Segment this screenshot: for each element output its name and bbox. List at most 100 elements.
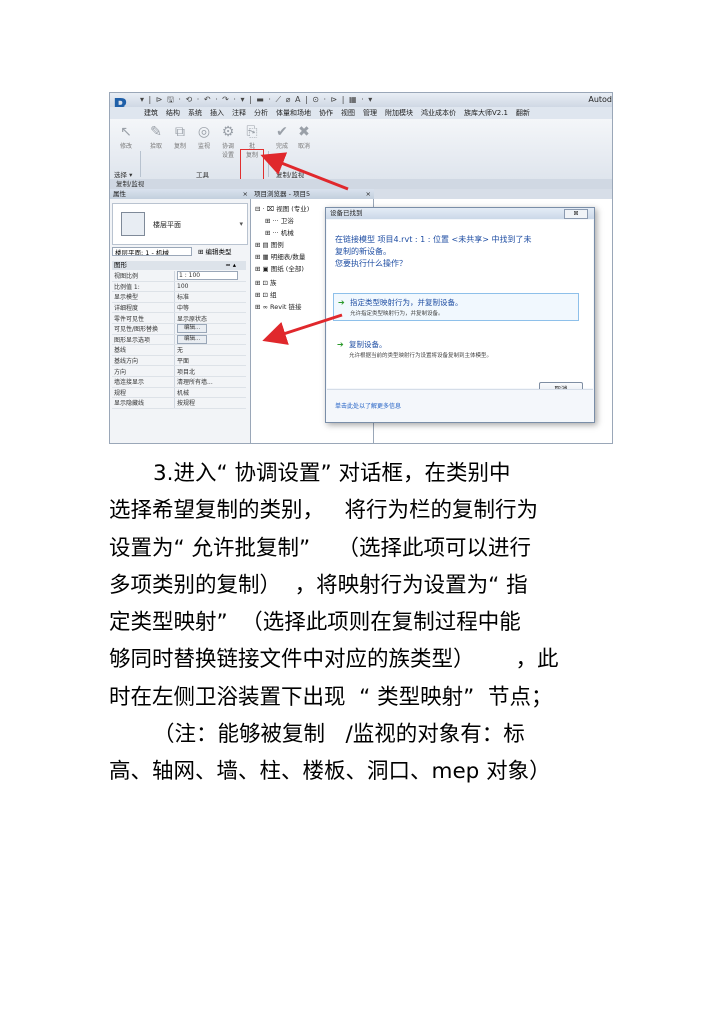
type-selector[interactable]: 楼层平面 ▾ bbox=[112, 203, 248, 245]
ribbon-button[interactable]: ⎘ 批 复制 bbox=[240, 123, 264, 159]
browser-node[interactable]: ⊟ · ⌧ 视图 (专业) bbox=[255, 203, 309, 213]
ribbon-tab[interactable]: 附加模块 bbox=[385, 107, 413, 119]
ribbon-tab[interactable]: 插入 bbox=[210, 107, 224, 119]
ribbon-button[interactable]: ✖ 取消 bbox=[292, 123, 316, 150]
instruction-paragraph: 3.进入“ 协调设置” 对话框，在类别中 选择希望复制的类别， 将行为栏的复制行为… bbox=[109, 455, 629, 791]
dialog-body: 在链接模型 项目4.rvt : 1 : 位置 <未共享> 中找到了未 复制的新设… bbox=[327, 220, 593, 397]
property-value-cell: 编辑... bbox=[174, 334, 246, 346]
browser-node[interactable]: ⊞ ∞ Revit 链接 bbox=[255, 301, 301, 311]
property-row: 详细程度 中等 bbox=[112, 302, 246, 314]
tool-icon: ⎘ bbox=[246, 124, 258, 140]
property-value: 清理所有墙... bbox=[177, 379, 213, 387]
property-row: 基线无 bbox=[112, 344, 246, 356]
edit-type-label: 编辑类型 bbox=[205, 248, 232, 256]
paragraph-line: （注：能够被复制 /监视的对象有：标 bbox=[153, 722, 525, 748]
ribbon-tab[interactable]: 分析 bbox=[254, 107, 268, 119]
property-group-graphics[interactable]: 图形 ≈ ▴ bbox=[112, 261, 246, 270]
ribbon-panel: 选择 ▾ 工具 复制/监视 ↖ 修改 ✎ 拾取 ⧉ 复制 ◎ 监视 ⚙ 协调 设置 ⎘ 批 复制 ✔ 完成… bbox=[110, 119, 612, 193]
ribbon-tab[interactable]: 系统 bbox=[188, 107, 202, 119]
message-line: 您要执行什么操作？ bbox=[335, 259, 407, 268]
ribbon-button[interactable]: ◎ 监视 bbox=[192, 123, 216, 150]
ribbon-tab[interactable]: 建筑 bbox=[144, 107, 158, 119]
property-row: 墙连接显示 清理所有墙... bbox=[112, 376, 246, 388]
property-value-cell: 中等 bbox=[174, 302, 246, 314]
tool-icon: ✖ bbox=[298, 124, 310, 140]
property-row: 方向 项目北 bbox=[112, 365, 246, 377]
green-arrow-icon: ➔ bbox=[337, 340, 344, 349]
edit-button[interactable]: 编辑... bbox=[177, 324, 208, 334]
property-value-cell: 1 : 100 bbox=[174, 271, 246, 282]
ribbon-tabs: 建筑 结构 系统 插入 注释 分析 体量和场地 协作 视图 管理 附加模块 鸿业成本价 族库大师V2.1… bbox=[110, 107, 612, 119]
ribbon-tab[interactable]: 结构 bbox=[166, 107, 180, 119]
tool-icon: ↖ bbox=[120, 124, 132, 140]
browser-node[interactable]: ⊞ ▤ 图例 bbox=[255, 239, 284, 249]
ribbon-button[interactable]: ✎ 拾取 bbox=[144, 123, 168, 150]
ribbon-button-label: 取消 bbox=[297, 143, 310, 150]
paragraph-line: 定类型映射” （选择此项则在复制过程中能 bbox=[109, 610, 521, 636]
close-icon[interactable]: × bbox=[366, 189, 371, 199]
dialog-message: 在链接模型 项目4.rvt : 1 : 位置 <未共享> 中找到了未 复制的新设… bbox=[335, 234, 585, 270]
browser-header: 项目浏览器 - 项目5 × bbox=[251, 189, 374, 199]
property-value: 显示原状态 bbox=[177, 315, 208, 323]
ribbon-button[interactable]: ✔ 完成 bbox=[270, 123, 294, 150]
dialog-close-button[interactable]: ⊠ bbox=[564, 209, 588, 219]
close-icon[interactable]: × bbox=[243, 189, 248, 199]
browser-node[interactable]: ⊞ ▣ 图纸 (全部) bbox=[255, 263, 304, 273]
property-value-cell: 平面 bbox=[174, 355, 246, 367]
properties-title: 属性 bbox=[113, 190, 126, 198]
ribbon-button[interactable]: ⧉ 复制 bbox=[168, 123, 192, 150]
ribbon-button-label: 批 复制 bbox=[245, 143, 258, 159]
option-copy-devices[interactable]: ➔ 复制设备。 允许根据当前的类型映射行为设置将设备复制到主体模型。 bbox=[333, 336, 579, 364]
ribbon-button-label: 监视 bbox=[197, 143, 210, 150]
browser-node[interactable]: ⊞ ··· 卫浴 bbox=[265, 215, 294, 225]
ribbon-separator bbox=[268, 151, 269, 177]
message-line: 在链接模型 项目4.rvt : 1 : 位置 <未共享> 中找到了未 bbox=[335, 235, 532, 244]
ribbon-tab[interactable]: 视图 bbox=[341, 107, 355, 119]
chevron-down-icon[interactable]: ▾ bbox=[239, 220, 243, 228]
type-name: 楼层平面 bbox=[153, 221, 181, 229]
paragraph-line: 够同时替换链接文件中对应的族类型） ，此 bbox=[109, 647, 559, 673]
instance-filter-select[interactable]: 楼层平面: 1 - 机械 bbox=[112, 247, 192, 256]
option-specify-mapping[interactable]: ➔ 指定类型映射行为，并复制设备。 允许指定类型映射行为，并复制设备。 bbox=[333, 293, 579, 321]
ribbon-separator bbox=[140, 151, 141, 177]
ribbon-tab[interactable]: 注释 bbox=[232, 107, 246, 119]
property-value: 按规程 bbox=[177, 400, 196, 408]
browser-node[interactable]: ⊞ ▦ 明细表/数量 bbox=[255, 251, 305, 261]
property-value-cell: 编辑... bbox=[174, 323, 246, 335]
group-title: 图形 bbox=[114, 261, 127, 269]
edit-type-button[interactable]: ⊞ 编辑类型 bbox=[198, 247, 232, 257]
ribbon-tab[interactable]: 管理 bbox=[363, 107, 377, 119]
property-name: 方向 bbox=[112, 365, 175, 377]
context-bar: 复制/监视 bbox=[110, 179, 612, 189]
ribbon-button-label: 复制 bbox=[173, 143, 186, 150]
property-name: 零件可见性 bbox=[112, 312, 175, 324]
browser-node[interactable]: ⊞ ⊡ 组 bbox=[255, 289, 277, 299]
property-value-cell: 清理所有墙... bbox=[174, 376, 246, 388]
paragraph-line: 3.进入“ 协调设置” 对话框，在类别中 bbox=[153, 461, 511, 486]
revit-screenshot: R ▾ | ⊳ 🖫 · ⟲ · ↶ · ↷ · ▾ | ▬ · ⟋ ⌀ A | … bbox=[109, 92, 613, 444]
ribbon-tab[interactable]: 翻新 bbox=[516, 107, 530, 119]
ribbon-button[interactable]: ⚙ 协调 设置 bbox=[216, 123, 240, 159]
collapse-icon[interactable]: ≈ ▴ bbox=[225, 261, 236, 270]
edit-button[interactable]: 编辑... bbox=[177, 334, 208, 344]
browser-node[interactable]: ⊞ ··· 机械 bbox=[265, 227, 294, 237]
property-name: 详细程度 bbox=[112, 302, 175, 314]
help-link[interactable]: 单击此处以了解更多信息 bbox=[335, 401, 401, 410]
paragraph-line: 高、轴网、墙、柱、楼板、洞口、mep 对象） bbox=[109, 759, 551, 785]
ribbon-button[interactable]: ↖ 修改 bbox=[114, 123, 138, 150]
option-title: 复制设备。 bbox=[349, 340, 387, 349]
property-name: 图形显示选项 bbox=[112, 334, 175, 346]
quick-access-icons[interactable]: ▾ | ⊳ 🖫 · ⟲ · ↶ · ↷ · ▾ | ▬ · ⟋ ⌀ A | ⊙ … bbox=[140, 93, 373, 107]
properties-header: 属性 × bbox=[110, 189, 251, 199]
ribbon-tab[interactable]: 体量和场地 bbox=[276, 107, 311, 119]
ribbon-tab[interactable]: 协作 bbox=[319, 107, 333, 119]
ribbon-tab[interactable]: 族库大师V2.1 bbox=[464, 107, 508, 119]
property-input[interactable]: 1 : 100 bbox=[177, 271, 238, 281]
property-name: 可见性/图形替换 bbox=[112, 323, 175, 335]
browser-node[interactable]: ⊞ ⊡ 族 bbox=[255, 277, 277, 287]
ribbon-tab[interactable]: 鸿业成本价 bbox=[421, 107, 456, 119]
property-value-cell: 标准 bbox=[174, 291, 246, 303]
dialog-title: 设备已找到 bbox=[326, 208, 594, 219]
group-label-select[interactable]: 选择 ▾ bbox=[114, 169, 132, 179]
property-value-cell: 项目北 bbox=[174, 365, 246, 377]
